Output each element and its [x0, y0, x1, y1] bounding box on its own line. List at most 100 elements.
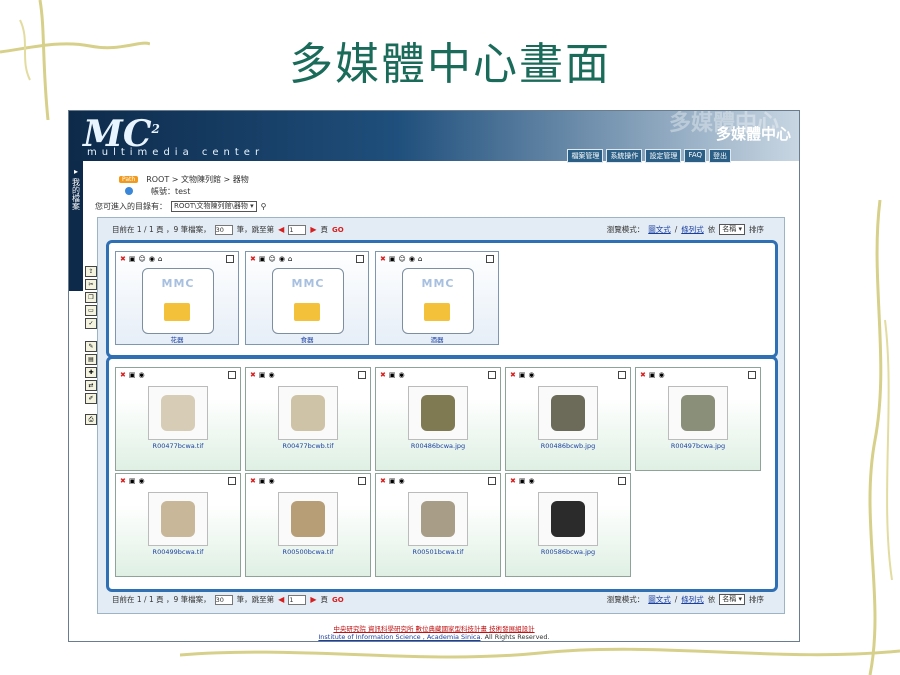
file-tile[interactable]: ✖ ▣ ◉ R00497bcwa.jpg	[635, 367, 761, 471]
prev-page-icon[interactable]: ◀	[278, 595, 284, 604]
select-checkbox[interactable]	[358, 371, 366, 379]
file-thumbnail[interactable]	[538, 492, 598, 546]
select-checkbox[interactable]	[358, 477, 366, 485]
page-input[interactable]: 1	[288, 594, 307, 605]
tool-paste-icon[interactable]: ▭	[85, 305, 97, 316]
file-thumbnail[interactable]	[148, 492, 208, 546]
view-grid-link[interactable]: 圖文式	[648, 594, 671, 605]
file-thumbnail[interactable]	[408, 492, 468, 546]
delete-icon[interactable]: ✖	[380, 255, 386, 263]
edit-icon[interactable]: ▣	[259, 255, 266, 263]
file-tile[interactable]: ✖ ▣ ◉ R00486bcwa.jpg	[375, 367, 501, 471]
lock-icon[interactable]: ⌂	[418, 255, 422, 263]
view-icon[interactable]: ◉	[149, 255, 155, 263]
delete-icon[interactable]: ✖	[510, 477, 516, 485]
file-thumbnail[interactable]	[278, 386, 338, 440]
view-icon[interactable]: ◉	[269, 477, 275, 485]
tool-upload-icon[interactable]: ⇪	[85, 266, 97, 277]
file-name[interactable]: R00501bcwa.tif	[376, 548, 500, 556]
file-thumbnail[interactable]	[148, 386, 208, 440]
select-checkbox[interactable]	[748, 371, 756, 379]
file-name[interactable]: R00486bcwb.jpg	[506, 442, 630, 450]
file-name[interactable]: R00500bcwa.tif	[246, 548, 370, 556]
file-name[interactable]: R00477bcwb.tif	[246, 442, 370, 450]
select-checkbox[interactable]	[488, 371, 496, 379]
view-icon[interactable]: ◉	[529, 477, 535, 485]
next-page-icon[interactable]: ▶	[310, 225, 316, 234]
footer-line1[interactable]: 中央研究院 資訊科學研究所 數位典藏國家型科技計畫 技術發展組設計	[69, 623, 799, 633]
edit-icon[interactable]: ▣	[389, 255, 396, 263]
select-checkbox[interactable]	[618, 371, 626, 379]
folder-name[interactable]: 食器	[246, 334, 368, 344]
file-thumbnail[interactable]	[408, 386, 468, 440]
file-name[interactable]: R00586bcwa.jpg	[506, 548, 630, 556]
edit-icon[interactable]: ▣	[519, 477, 526, 485]
prev-page-icon[interactable]: ◀	[278, 225, 284, 234]
nav-settings[interactable]: 設定管理	[645, 149, 682, 163]
file-name[interactable]: R00499bcwa.tif	[116, 548, 240, 556]
view-icon[interactable]: ◉	[399, 477, 405, 485]
view-icon[interactable]: ◉	[659, 371, 665, 379]
folder-name[interactable]: 花器	[116, 334, 238, 344]
tool-edit-icon[interactable]: ✎	[85, 341, 97, 352]
tool-rename-icon[interactable]: ✐	[85, 393, 97, 404]
directory-go-icon[interactable]: ⚲	[261, 202, 267, 211]
edit-icon[interactable]: ▣	[259, 477, 266, 485]
go-button[interactable]: GO	[332, 226, 344, 234]
select-checkbox[interactable]	[356, 255, 364, 263]
view-icon[interactable]: ◉	[529, 371, 535, 379]
delete-icon[interactable]: ✖	[510, 371, 516, 379]
page-input[interactable]: 1	[288, 224, 307, 235]
select-checkbox[interactable]	[486, 255, 494, 263]
lock-icon[interactable]: ⌂	[158, 255, 162, 263]
folder-tile[interactable]: ✖ ▣ ☺ ◉ ⌂ MMC 食器	[245, 251, 369, 345]
file-name[interactable]: R00486bcwa.jpg	[376, 442, 500, 450]
edit-icon[interactable]: ▣	[519, 371, 526, 379]
edit-icon[interactable]: ▣	[389, 371, 396, 379]
tool-print-icon[interactable]: ⎙	[85, 414, 97, 425]
file-name[interactable]: R00477bcwa.tif	[116, 442, 240, 450]
delete-icon[interactable]: ✖	[250, 371, 256, 379]
edit-icon[interactable]: ▣	[129, 255, 136, 263]
nav-file-management[interactable]: 檔案管理	[567, 149, 604, 163]
file-tile[interactable]: ✖ ▣ ◉ R00477bcwa.tif	[115, 367, 241, 471]
view-list-link[interactable]: 條列式	[681, 224, 704, 235]
edit-icon[interactable]: ▣	[129, 371, 136, 379]
file-thumbnail[interactable]	[538, 386, 598, 440]
folder-tile[interactable]: ✖ ▣ ☺ ◉ ⌂ MMC 花器	[115, 251, 239, 345]
view-list-link[interactable]: 條列式	[681, 594, 704, 605]
delete-icon[interactable]: ✖	[120, 477, 126, 485]
lock-icon[interactable]: ⌂	[288, 255, 292, 263]
folder-name[interactable]: 酒器	[376, 334, 498, 344]
tool-check-icon[interactable]: ✓	[85, 318, 97, 329]
tool-folder-icon[interactable]: ▤	[85, 354, 97, 365]
view-icon[interactable]: ◉	[399, 371, 405, 379]
tool-move-icon[interactable]: ⇄	[85, 380, 97, 391]
select-checkbox[interactable]	[488, 477, 496, 485]
delete-icon[interactable]: ✖	[250, 255, 256, 263]
view-icon[interactable]: ◉	[279, 255, 285, 263]
tool-new-icon[interactable]: ✚	[85, 367, 97, 378]
next-page-icon[interactable]: ▶	[310, 595, 316, 604]
sort-select[interactable]: 名稱 ▾	[719, 224, 745, 235]
sidebar-tab[interactable]: ▸ 我的檔案	[69, 161, 83, 291]
edit-icon[interactable]: ▣	[389, 477, 396, 485]
go-button[interactable]: GO	[332, 596, 344, 604]
delete-icon[interactable]: ✖	[380, 371, 386, 379]
edit-icon[interactable]: ▣	[259, 371, 266, 379]
edit-icon[interactable]: ▣	[129, 477, 136, 485]
view-icon[interactable]: ◉	[269, 371, 275, 379]
file-name[interactable]: R00497bcwa.jpg	[636, 442, 760, 450]
directory-select[interactable]: ROOT\文物陳列館\器物 ▾	[171, 201, 257, 212]
tool-cut-icon[interactable]: ✂	[85, 279, 97, 290]
file-thumbnail[interactable]	[278, 492, 338, 546]
file-thumbnail[interactable]	[668, 386, 728, 440]
file-tile[interactable]: ✖ ▣ ◉ R00477bcwb.tif	[245, 367, 371, 471]
folder-tile[interactable]: ✖ ▣ ☺ ◉ ⌂ MMC 酒器	[375, 251, 499, 345]
nav-system-operation[interactable]: 系統操作	[606, 149, 643, 163]
footer-institute-link[interactable]: Institute of Information Science , Acade…	[318, 633, 480, 641]
tool-copy-icon[interactable]: ❐	[85, 292, 97, 303]
delete-icon[interactable]: ✖	[120, 255, 126, 263]
user-icon[interactable]: ☺	[269, 255, 276, 263]
view-icon[interactable]: ◉	[139, 371, 145, 379]
